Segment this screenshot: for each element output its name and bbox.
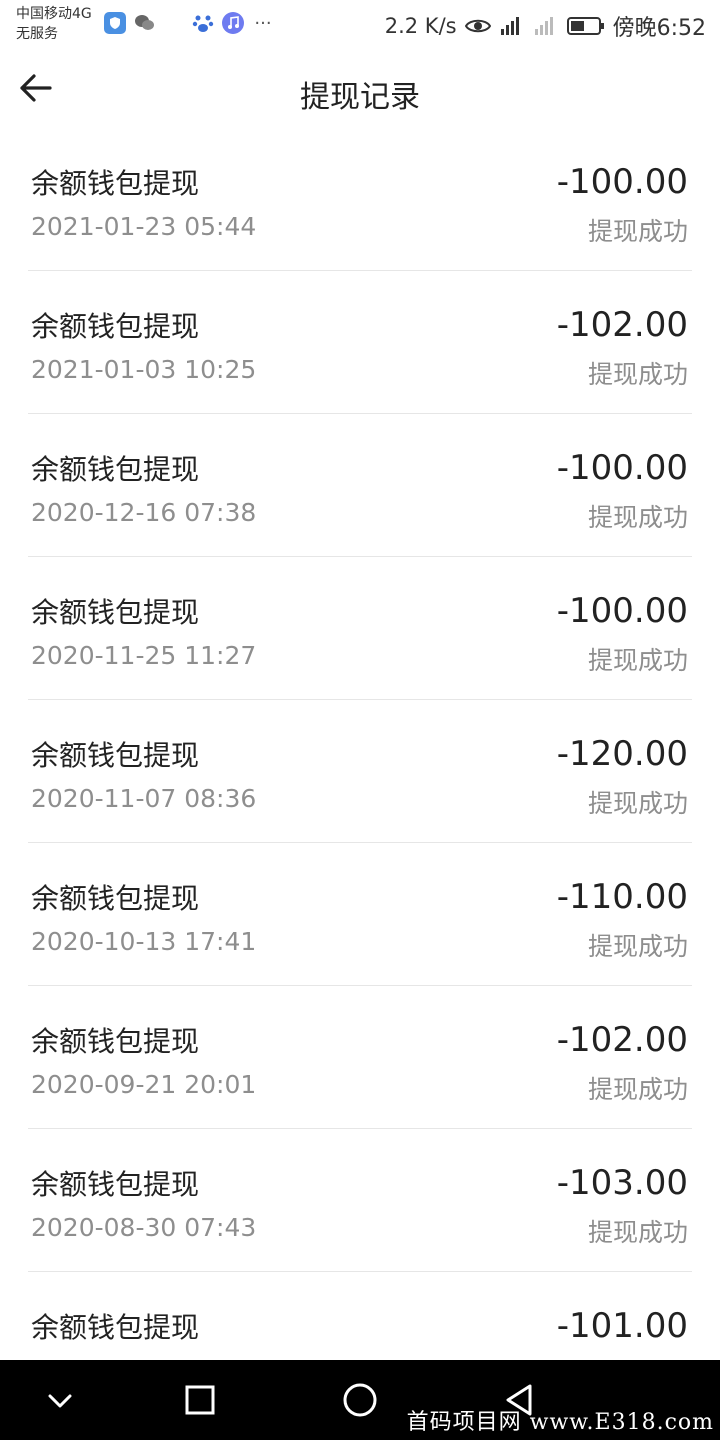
record-row[interactable]: 余额钱包提现 2020-11-25 11:27 -100.00 提现成功 [28, 557, 692, 700]
record-status: 提现成功 [587, 789, 688, 818]
record-row[interactable]: 余额钱包提现 2021-01-03 10:25 -102.00 提现成功 [28, 271, 692, 414]
app-header: 提现记录 [0, 52, 720, 128]
signal-icon [500, 17, 519, 35]
record-date: 2020-08-30 07:43 [31, 1213, 257, 1242]
record-amount: -110.00 [556, 877, 688, 917]
record-date: 2020-10-13 17:41 [31, 927, 257, 956]
wechat-icon [134, 12, 156, 34]
eye-icon [464, 19, 491, 33]
record-status: 提现成功 [587, 932, 688, 961]
withdrawal-record-list[interactable]: 余额钱包提现 2021-01-23 05:44 -100.00 提现成功 余额钱… [28, 128, 692, 1360]
notification-icons: ··· [104, 12, 274, 34]
record-date: 2021-01-23 05:44 [31, 212, 257, 241]
record-amount: -120.00 [556, 734, 688, 774]
page-title: 提现记录 [300, 80, 420, 115]
record-row[interactable]: 余额钱包提现 2020-08-30 07:43 -103.00 提现成功 [28, 1129, 692, 1272]
record-title: 余额钱包提现 [31, 1025, 200, 1058]
record-row[interactable]: 余额钱包提现 2020-09-21 20:01 -102.00 提现成功 [28, 986, 692, 1129]
battery-icon [566, 17, 604, 35]
record-title: 余额钱包提现 [31, 1311, 200, 1344]
clock: 傍晚6:52 [612, 16, 706, 41]
record-amount: -100.00 [556, 448, 688, 488]
record-status: 提现成功 [587, 217, 688, 246]
recent-apps-square-icon[interactable] [180, 1380, 220, 1420]
status-right: 2.2 K/s 傍晚6:52 [385, 10, 706, 42]
record-date: 2020-11-25 11:27 [31, 641, 257, 670]
record-title: 余额钱包提现 [31, 310, 200, 343]
hide-nav-chevron-down-icon[interactable] [40, 1380, 80, 1420]
record-status: 提现成功 [587, 360, 688, 389]
music-icon [222, 12, 244, 34]
record-row[interactable]: 余额钱包提现 2020-10-13 17:41 -110.00 提现成功 [28, 843, 692, 986]
record-title: 余额钱包提现 [31, 1168, 200, 1201]
record-amount: -103.00 [556, 1163, 688, 1203]
record-amount: -102.00 [556, 1020, 688, 1060]
record-date: 2020-09-21 20:01 [31, 1070, 257, 1099]
carrier-service: 无服务 [16, 26, 58, 42]
record-row[interactable]: 余额钱包提现 2020-12-16 07:38 -100.00 提现成功 [28, 414, 692, 557]
record-title: 余额钱包提现 [31, 739, 200, 772]
more-notifications-icon: ··· [254, 12, 272, 34]
network-speed: 2.2 K/s [384, 14, 457, 38]
watermark-text: 首码项目网 www.E318.com [406, 1410, 714, 1435]
record-date: 2020-11-07 08:36 [31, 784, 257, 813]
record-title: 余额钱包提现 [31, 453, 200, 486]
record-status: 提现成功 [587, 503, 688, 532]
record-status: 提现成功 [587, 1075, 688, 1104]
record-title: 余额钱包提现 [31, 167, 200, 200]
shield-icon [104, 12, 126, 34]
record-amount: -101.00 [556, 1306, 688, 1346]
record-status: 提现成功 [587, 646, 688, 675]
baidu-icon [192, 12, 214, 34]
carrier-name: 中国移动4G [16, 6, 92, 22]
status-bar: 中国移动4G 无服务 ··· 2.2 K/s 傍晚6:52 [0, 0, 720, 52]
record-amount: -102.00 [556, 305, 688, 345]
system-navigation-bar: 首码项目网 www.E318.com [0, 1360, 720, 1440]
home-circle-icon[interactable] [340, 1380, 380, 1420]
record-status: 提现成功 [587, 1218, 688, 1247]
record-date: 2021-01-03 10:25 [31, 355, 257, 384]
no-signal-icon [534, 17, 553, 35]
record-date: 2020-12-16 07:38 [31, 498, 257, 527]
record-amount: -100.00 [556, 162, 688, 202]
record-title: 余额钱包提现 [31, 596, 200, 629]
record-row[interactable]: 余额钱包提现 -101.00 [28, 1272, 692, 1360]
carrier-info: 中国移动4G 无服务 [16, 4, 92, 44]
record-row[interactable]: 余额钱包提现 2020-11-07 08:36 -120.00 提现成功 [28, 700, 692, 843]
record-row[interactable]: 余额钱包提现 2021-01-23 05:44 -100.00 提现成功 [28, 128, 692, 271]
record-title: 余额钱包提现 [31, 882, 200, 915]
record-amount: -100.00 [556, 591, 688, 631]
